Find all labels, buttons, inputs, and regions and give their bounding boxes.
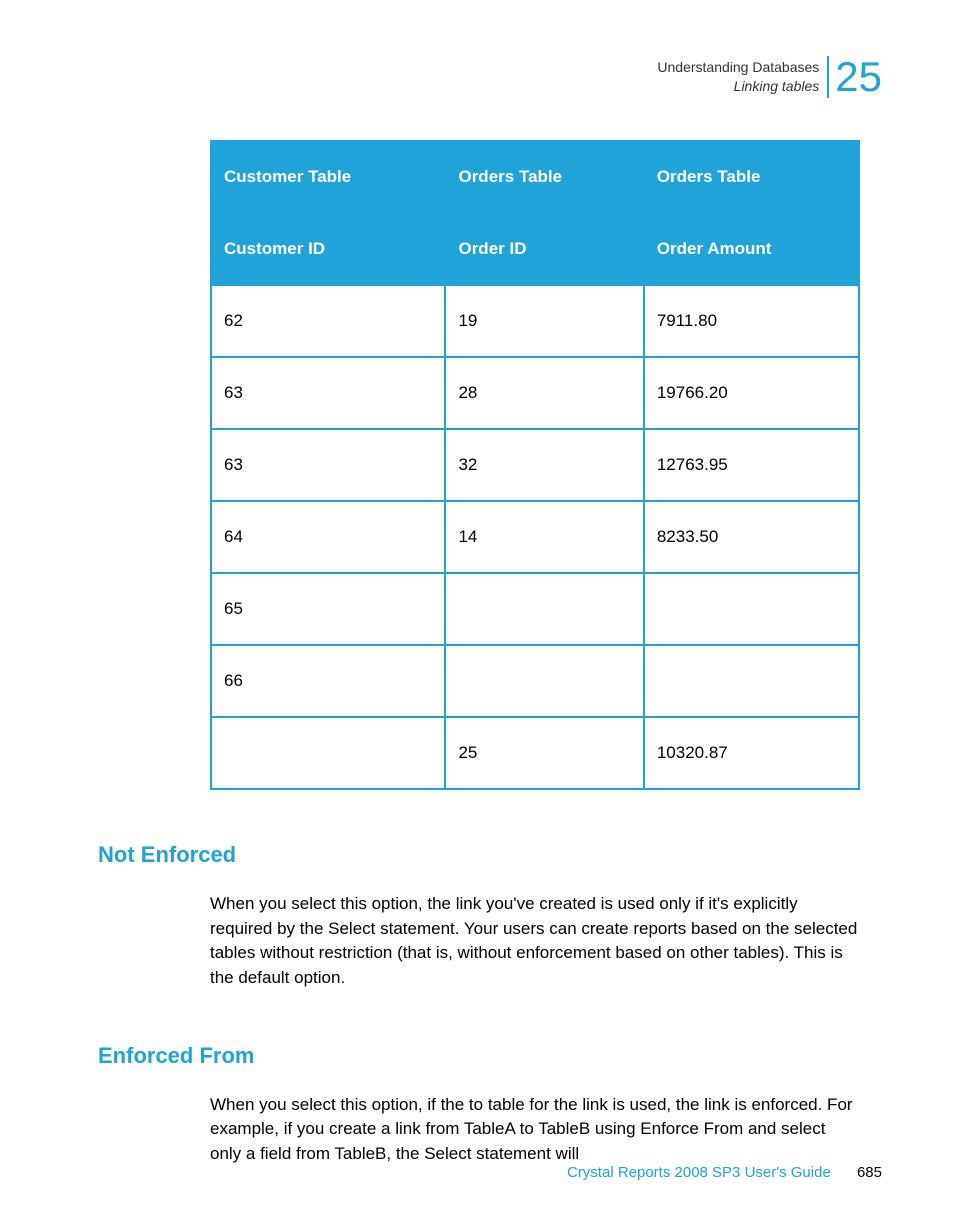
cell: [644, 573, 859, 645]
col-subheader: Customer ID: [211, 213, 445, 285]
col-subheader: Order Amount: [644, 213, 859, 285]
cell: 25: [445, 717, 643, 789]
table-row: 64 14 8233.50: [211, 501, 859, 573]
cell: 65: [211, 573, 445, 645]
cell: 28: [445, 357, 643, 429]
table-row: 65: [211, 573, 859, 645]
section-heading: Enforced From: [98, 1043, 860, 1069]
table-row: 63 32 12763.95: [211, 429, 859, 501]
chapter-number: 25: [827, 56, 882, 98]
cell: [211, 717, 445, 789]
page-footer: Crystal Reports 2008 SP3 User's Guide 68…: [567, 1164, 882, 1181]
cell: 19: [445, 285, 643, 357]
cell: 14: [445, 501, 643, 573]
table-header-row-1: Customer Table Orders Table Orders Table: [211, 141, 859, 213]
section-heading: Not Enforced: [98, 842, 860, 868]
section-not-enforced: Not Enforced When you select this option…: [210, 842, 860, 991]
table-row: 25 10320.87: [211, 717, 859, 789]
header-subtitle: Linking tables: [657, 77, 819, 96]
cell: [445, 645, 643, 717]
table-row: 62 19 7911.80: [211, 285, 859, 357]
cell: 19766.20: [644, 357, 859, 429]
section-body: When you select this option, if the to t…: [210, 1093, 860, 1167]
section-body: When you select this option, the link yo…: [210, 892, 860, 991]
footer-page-number: 685: [857, 1164, 882, 1181]
page-content: Customer Table Orders Table Orders Table…: [210, 140, 860, 1166]
footer-doc-title: Crystal Reports 2008 SP3 User's Guide: [567, 1164, 831, 1181]
cell: 63: [211, 429, 445, 501]
page-header: Understanding Databases Linking tables 2…: [657, 56, 882, 98]
section-enforced-from: Enforced From When you select this optio…: [210, 1043, 860, 1167]
cell: 66: [211, 645, 445, 717]
cell: 10320.87: [644, 717, 859, 789]
col-header: Orders Table: [644, 141, 859, 213]
col-header: Customer Table: [211, 141, 445, 213]
table-row: 66: [211, 645, 859, 717]
header-text: Understanding Databases Linking tables: [657, 58, 819, 96]
table-header-row-2: Customer ID Order ID Order Amount: [211, 213, 859, 285]
col-header: Orders Table: [445, 141, 643, 213]
table-row: 63 28 19766.20: [211, 357, 859, 429]
cell: 32: [445, 429, 643, 501]
linking-table: Customer Table Orders Table Orders Table…: [210, 140, 860, 790]
cell: 64: [211, 501, 445, 573]
cell: 63: [211, 357, 445, 429]
cell: [644, 645, 859, 717]
header-title: Understanding Databases: [657, 58, 819, 77]
col-subheader: Order ID: [445, 213, 643, 285]
cell: 8233.50: [644, 501, 859, 573]
cell: 62: [211, 285, 445, 357]
cell: [445, 573, 643, 645]
cell: 12763.95: [644, 429, 859, 501]
cell: 7911.80: [644, 285, 859, 357]
